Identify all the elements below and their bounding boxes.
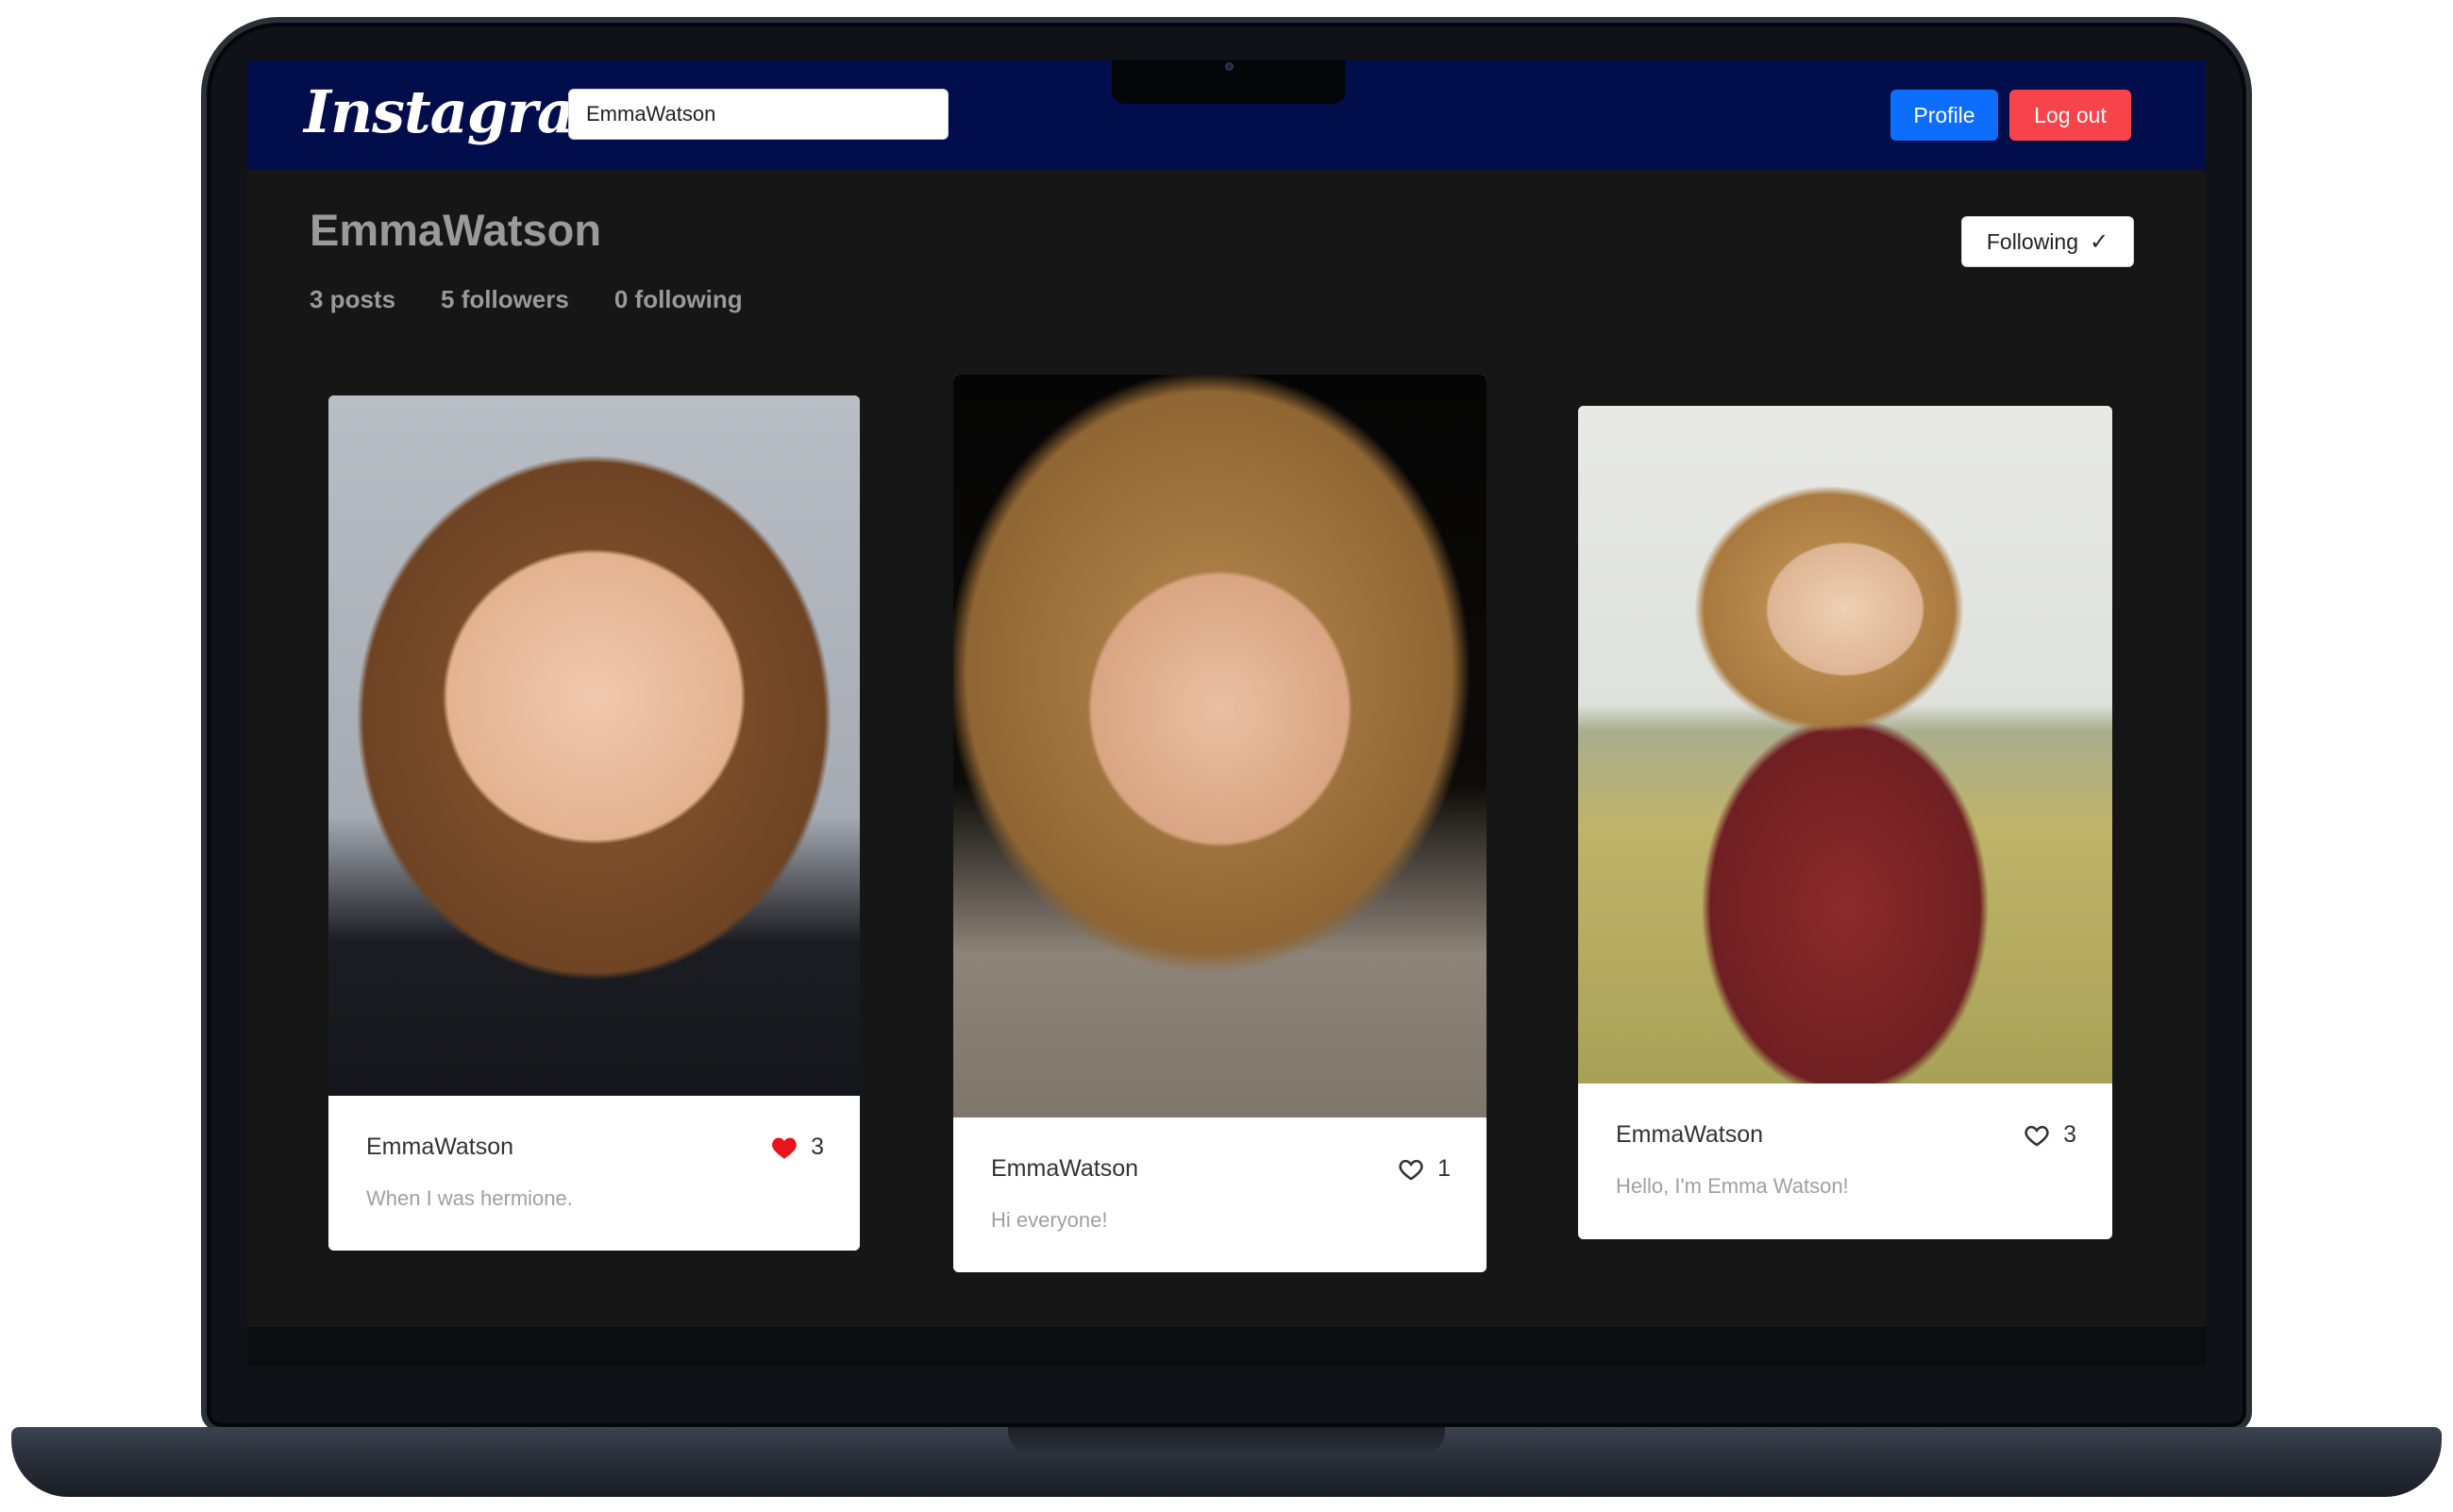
- following-count[interactable]: 0 following: [614, 285, 743, 314]
- post-photo[interactable]: [953, 375, 1487, 1117]
- post-card[interactable]: EmmaWatson 3 When I was hermione.: [328, 395, 860, 1251]
- post-likes: 1: [1398, 1155, 1451, 1183]
- post-photo[interactable]: [1578, 406, 2112, 1084]
- followers-count[interactable]: 5 followers: [441, 285, 569, 314]
- screen-bezel-bottom: [247, 1327, 2206, 1367]
- following-button-label: Following: [1986, 228, 2079, 254]
- like-count: 1: [1437, 1155, 1451, 1182]
- app-screen: Instagram Profile Log out EmmaWatson 3 p…: [247, 60, 2206, 1327]
- post-photo[interactable]: [328, 395, 860, 1096]
- post-body: EmmaWatson 3 Hello, I'm Emma Watson!: [1578, 1084, 2112, 1239]
- logout-button[interactable]: Log out: [2009, 90, 2131, 141]
- heart-outline-icon[interactable]: [1398, 1157, 1424, 1182]
- post-card[interactable]: EmmaWatson 1 Hi everyone!: [953, 375, 1487, 1272]
- search-input[interactable]: [568, 89, 949, 140]
- post-body: EmmaWatson 3 When I was hermione.: [328, 1096, 860, 1251]
- heart-outline-icon[interactable]: [2024, 1123, 2050, 1148]
- post-caption: Hi everyone!: [991, 1208, 1108, 1232]
- profile-stats: 3 posts 5 followers 0 following: [310, 285, 743, 314]
- post-card[interactable]: EmmaWatson 3 Hello, I'm Emma Watson!: [1578, 406, 2112, 1239]
- post-caption: When I was hermione.: [366, 1186, 573, 1210]
- like-count: 3: [811, 1134, 824, 1160]
- laptop-base-notch: [1008, 1427, 1445, 1455]
- post-caption: Hello, I'm Emma Watson!: [1616, 1174, 1849, 1198]
- following-button[interactable]: Following ✓: [1961, 216, 2134, 267]
- like-count: 3: [2063, 1121, 2076, 1148]
- post-body: EmmaWatson 1 Hi everyone!: [953, 1117, 1487, 1272]
- post-likes: 3: [2024, 1121, 2076, 1149]
- posts-count: 3 posts: [310, 285, 396, 313]
- post-username[interactable]: EmmaWatson: [366, 1134, 513, 1161]
- camera-icon: [1225, 62, 1234, 71]
- profile-button[interactable]: Profile: [1890, 90, 1998, 141]
- check-icon: ✓: [2090, 228, 2109, 255]
- heart-filled-icon[interactable]: [771, 1135, 798, 1160]
- post-username[interactable]: EmmaWatson: [991, 1155, 1138, 1183]
- profile-username: EmmaWatson: [310, 205, 602, 255]
- post-likes: 3: [771, 1134, 824, 1161]
- post-username[interactable]: EmmaWatson: [1616, 1121, 1763, 1149]
